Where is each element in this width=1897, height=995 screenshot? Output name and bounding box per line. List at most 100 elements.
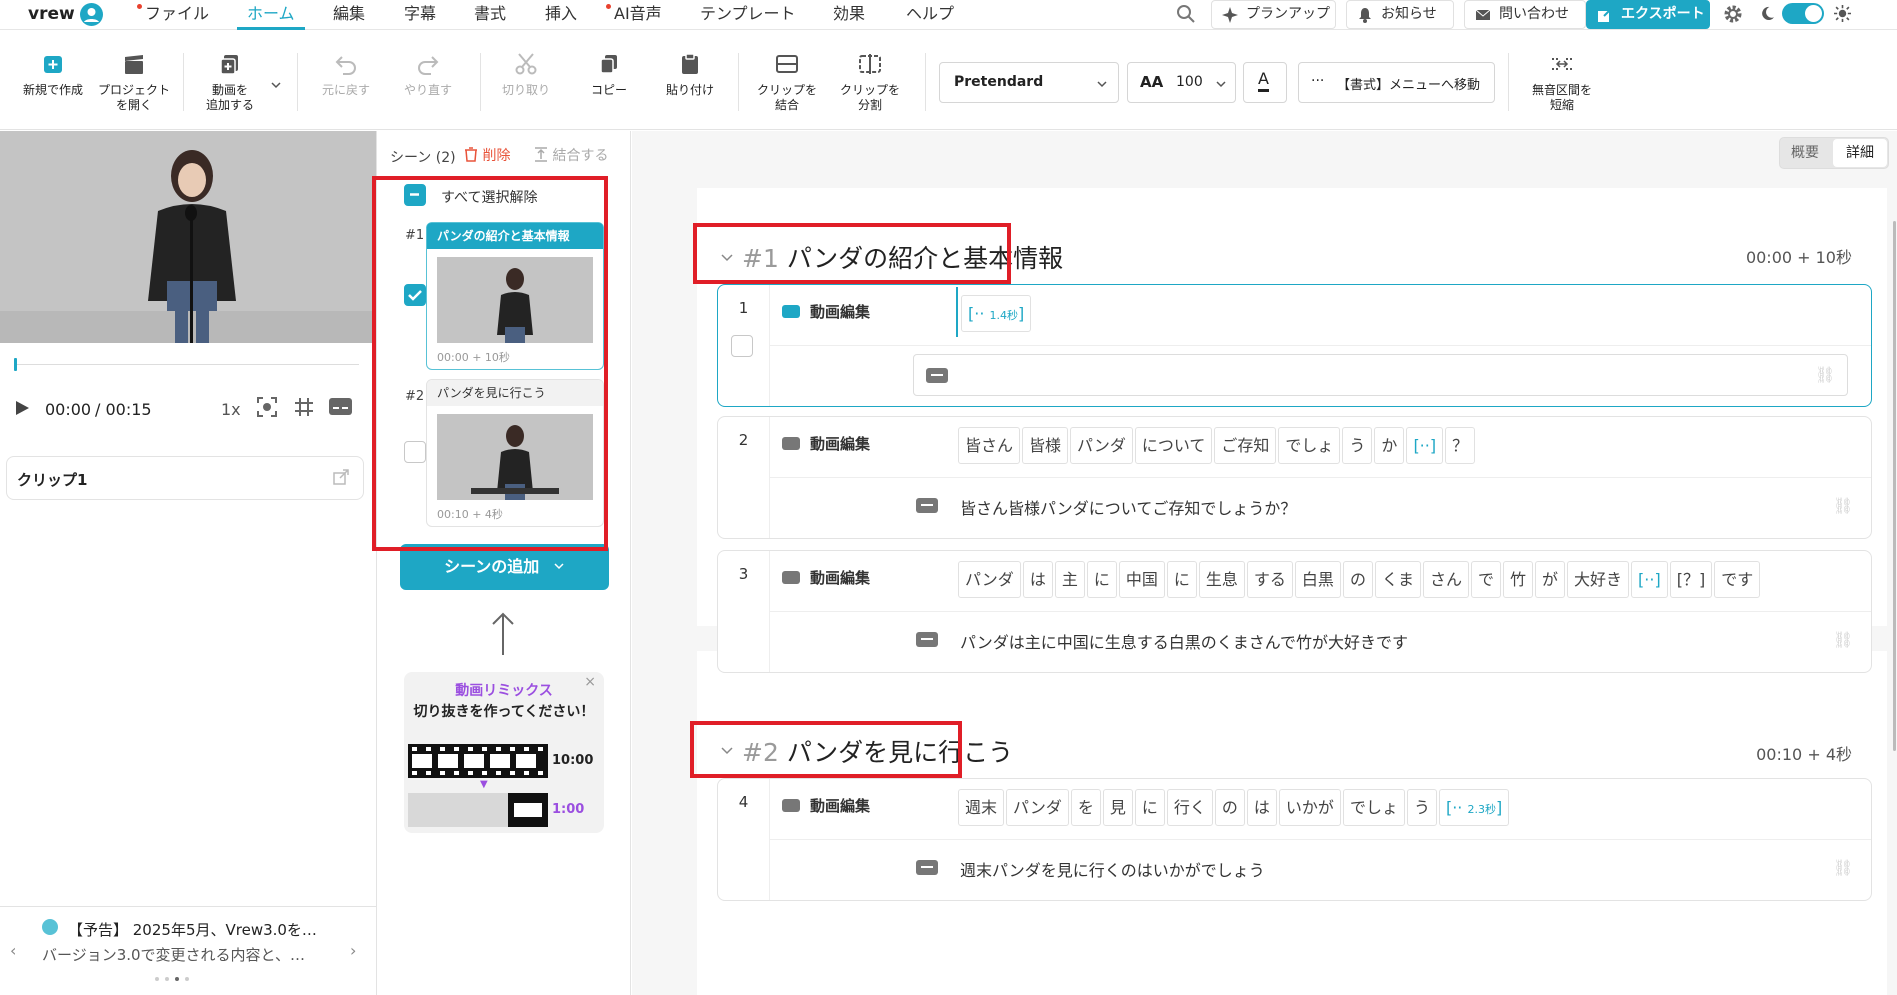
word-chip[interactable]: [？]: [1669, 561, 1713, 598]
font-color-button[interactable]: A: [1243, 62, 1287, 103]
clip-checkbox-1[interactable]: [731, 335, 753, 357]
word-chip[interactable]: は: [1246, 789, 1277, 826]
open-project-button[interactable]: プロジェクト を開く: [96, 51, 172, 113]
word-chip[interactable]: う: [1342, 427, 1373, 464]
cut-button[interactable]: 切り取り: [494, 51, 558, 98]
account-icon[interactable]: [80, 3, 103, 26]
silence-word[interactable]: [·· 1.4秒]: [961, 295, 1032, 332]
split-clip-button[interactable]: クリップを 分割: [834, 51, 906, 113]
word-chip[interactable]: です: [1714, 561, 1761, 598]
playhead[interactable]: [14, 358, 17, 371]
screenshot-icon[interactable]: [256, 396, 278, 418]
search-icon[interactable]: [1176, 4, 1196, 24]
video-preview[interactable]: [0, 131, 376, 343]
word-chip[interactable]: 竹: [1503, 561, 1534, 598]
menu-subtitle[interactable]: 字幕: [404, 0, 436, 30]
link-icon[interactable]: ⛓: [1833, 630, 1853, 650]
view-detail-button[interactable]: 詳細: [1833, 139, 1887, 167]
word-chip[interactable]: 大好き: [1567, 561, 1630, 598]
menu-help[interactable]: ヘルプ: [906, 0, 954, 30]
menu-file[interactable]: ファイル: [145, 0, 209, 30]
subtitle-row-3[interactable]: パンダは主に中国に生息する白黒のくまさんで竹が大好きです ⛓: [770, 611, 1871, 673]
word-chip[interactable]: う: [1406, 789, 1437, 826]
word-chip[interactable]: が: [1535, 561, 1566, 598]
playback-speed[interactable]: 1x: [221, 400, 241, 419]
word-chip[interactable]: の: [1342, 561, 1373, 598]
subtitle-row-2[interactable]: 皆さん皆様パンダについてご存知でしょうか？ ⛓: [770, 477, 1871, 539]
remix-promo-card[interactable]: × 動画リミックス 切り抜きを作ってください！ 10:00 ▼ 1:00: [404, 672, 604, 833]
word-chip[interactable]: する: [1246, 561, 1293, 598]
menu-effect[interactable]: 効果: [833, 0, 865, 30]
chevron-left-icon[interactable]: ‹: [10, 941, 16, 960]
word-chip[interactable]: で: [1470, 561, 1501, 598]
scrollbar[interactable]: [1893, 221, 1896, 751]
link-icon[interactable]: ⛓: [1833, 496, 1853, 516]
word-chip[interactable]: くま: [1374, 561, 1421, 598]
menu-insert[interactable]: 挿入: [545, 0, 577, 30]
silence-word[interactable]: [··]: [1631, 561, 1668, 598]
word-chip[interactable]: は: [1022, 561, 1053, 598]
pagination-dots[interactable]: [155, 977, 189, 981]
word-chip[interactable]: 白黒: [1294, 561, 1341, 598]
new-project-button[interactable]: 新規で作成: [18, 51, 88, 98]
word-chip[interactable]: 中国: [1118, 561, 1165, 598]
word-chip[interactable]: 皆様: [1022, 427, 1069, 464]
view-summary-button[interactable]: 概要: [1780, 138, 1830, 168]
word-chip[interactable]: に: [1166, 561, 1197, 598]
undo-button[interactable]: 元に戻す: [314, 51, 378, 98]
word-chip[interactable]: に: [1134, 789, 1165, 826]
grid-icon[interactable]: [293, 396, 315, 418]
announcement-panel[interactable]: 【予告】 2025年5月、Vrew3.0を… バージョン3.0で変更される内容と…: [0, 906, 376, 995]
word-chip[interactable]: 見: [1102, 789, 1133, 826]
word-chip[interactable]: パンダ: [958, 561, 1021, 598]
menu-ai-voice[interactable]: AI音声: [614, 0, 662, 30]
silence-word[interactable]: [·· 2.3秒]: [1438, 789, 1510, 826]
word-chip[interactable]: パンダ: [1070, 427, 1133, 464]
word-chip[interactable]: を: [1070, 789, 1101, 826]
word-chip[interactable]: 週末: [958, 789, 1005, 826]
theme-toggle[interactable]: [1782, 3, 1824, 24]
plan-up-button[interactable]: プランアップ: [1211, 0, 1336, 29]
play-button[interactable]: [14, 400, 30, 416]
paste-button[interactable]: 貼り付け: [658, 51, 722, 98]
word-chip[interactable]: 生息: [1198, 561, 1245, 598]
word-chip[interactable]: ご存知: [1214, 427, 1277, 464]
menu-template[interactable]: テンプレート: [700, 0, 796, 30]
external-link-icon[interactable]: [333, 469, 349, 485]
gear-icon[interactable]: [1723, 4, 1743, 24]
format-menu-button[interactable]: ··· 【書式】メニューへ移動: [1298, 62, 1495, 103]
word-chip[interactable]: いかが: [1278, 789, 1341, 826]
notice-button[interactable]: お知らせ: [1346, 0, 1454, 29]
redo-button[interactable]: やり直す: [396, 51, 460, 98]
menu-home[interactable]: ホーム: [237, 0, 305, 30]
link-icon[interactable]: ⛓: [1833, 858, 1853, 878]
link-icon[interactable]: ⛓: [1815, 365, 1835, 385]
word-chip[interactable]: 主: [1054, 561, 1085, 598]
subtitle-display-icon[interactable]: [329, 398, 352, 415]
clip-card[interactable]: クリップ1: [6, 456, 364, 500]
word-chip[interactable]: 皆さん: [958, 427, 1021, 464]
word-chip[interactable]: に: [1086, 561, 1117, 598]
subtitle-input-1[interactable]: ⛓: [913, 354, 1848, 396]
menu-edit[interactable]: 編集: [333, 0, 365, 30]
word-chip[interactable]: でしょ: [1342, 789, 1405, 826]
word-chip[interactable]: でしょ: [1278, 427, 1341, 464]
word-chip[interactable]: か: [1374, 427, 1405, 464]
delete-scene-button[interactable]: 削除: [464, 145, 510, 165]
word-chip[interactable]: 行く: [1166, 789, 1213, 826]
silence-word[interactable]: [··]: [1406, 427, 1444, 464]
chevron-right-icon[interactable]: ›: [350, 941, 356, 960]
chevron-down-icon[interactable]: [270, 76, 282, 89]
font-family-select[interactable]: Pretendard: [939, 62, 1119, 103]
clip-row-4[interactable]: 4 動画編集 週末 パンダ を 見 に 行く の は いかが でしょ う [··…: [717, 778, 1872, 901]
word-chip[interactable]: さん: [1422, 561, 1469, 598]
clip-row-2[interactable]: 2 動画編集 皆さん 皆様 パンダ について ご存知 でしょ う か [··] …: [717, 416, 1872, 539]
clip-row-3[interactable]: 3 動画編集 パンダ は 主 に 中国 に 生息 する 白黒 の くま さん で…: [717, 550, 1872, 673]
font-size-select[interactable]: AA 100: [1127, 62, 1236, 103]
word-chip[interactable]: の: [1214, 789, 1245, 826]
merge-clip-button[interactable]: クリップを 結合: [751, 51, 823, 113]
subtitle-row-4[interactable]: 週末パンダを見に行くのはいかがでしょう ⛓: [770, 839, 1871, 901]
merge-scene-button[interactable]: 結合する: [534, 145, 608, 165]
word-chip[interactable]: パンダ: [1006, 789, 1069, 826]
export-button[interactable]: エクスポート: [1586, 0, 1710, 29]
